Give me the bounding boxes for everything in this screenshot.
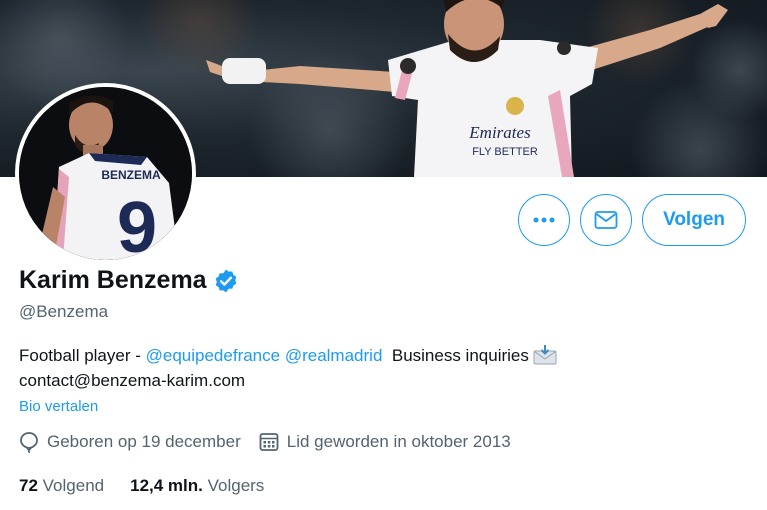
birthday-text: Geboren op 19 december — [47, 432, 241, 451]
bio-text-prefix: Football player - — [19, 346, 146, 365]
more-dots-icon — [533, 217, 555, 223]
follow-button[interactable]: Volgen — [642, 194, 746, 246]
following-count: 72 — [19, 476, 38, 495]
banner-sponsor-text: Emirates — [468, 123, 531, 142]
more-button[interactable] — [518, 194, 571, 246]
followers-link[interactable]: 12,4 mln. Volgers — [130, 476, 264, 496]
envelope-icon — [594, 211, 618, 229]
birthday-item: Geboren op 19 december — [19, 431, 241, 453]
banner-sponsor-subtext: FLY BETTER — [472, 146, 538, 158]
profile-bio: Football player - @equipedefrance @realm… — [19, 343, 739, 393]
incoming-envelope-emoji-icon — [533, 345, 557, 365]
profile-stats: 72 Volgend 12,4 mln. Volgers — [19, 476, 264, 496]
bio-text-suffix: Business inquiries — [391, 346, 529, 365]
followers-count: 12,4 mln. — [130, 476, 203, 495]
mention-link-realmadrid[interactable]: @realmadrid — [285, 346, 383, 365]
profile-name-row: Karim Benzema — [19, 266, 239, 295]
mention-link-equipedefrance[interactable]: @equipedefrance — [146, 346, 280, 365]
avatar-image: BENZEMA 9 — [19, 87, 192, 260]
profile-meta: Geboren op 19 december Lid geworden in o… — [19, 431, 511, 453]
avatar-jersey-number: 9 — [117, 188, 157, 260]
followers-label: Volgers — [207, 476, 265, 495]
profile-actions: Volgen — [518, 194, 746, 246]
profile-avatar[interactable]: BENZEMA 9 — [15, 83, 196, 264]
profile-handle: @Benzema — [19, 302, 109, 321]
following-label: Volgend — [42, 476, 105, 495]
balloon-icon — [20, 432, 38, 453]
profile-name: Karim Benzema — [19, 266, 207, 294]
joined-item: Lid geworden in oktober 2013 — [259, 431, 511, 453]
translate-bio-link[interactable]: Bio vertalen — [19, 398, 98, 415]
following-link[interactable]: 72 Volgend — [19, 476, 104, 496]
bio-email: contact@benzema-karim.com — [19, 371, 246, 390]
calendar-icon — [259, 433, 279, 451]
joined-text: Lid geworden in oktober 2013 — [286, 432, 511, 451]
message-button[interactable] — [580, 194, 633, 246]
verified-badge-icon — [215, 269, 236, 292]
avatar-jersey-name: BENZEMA — [101, 168, 161, 182]
